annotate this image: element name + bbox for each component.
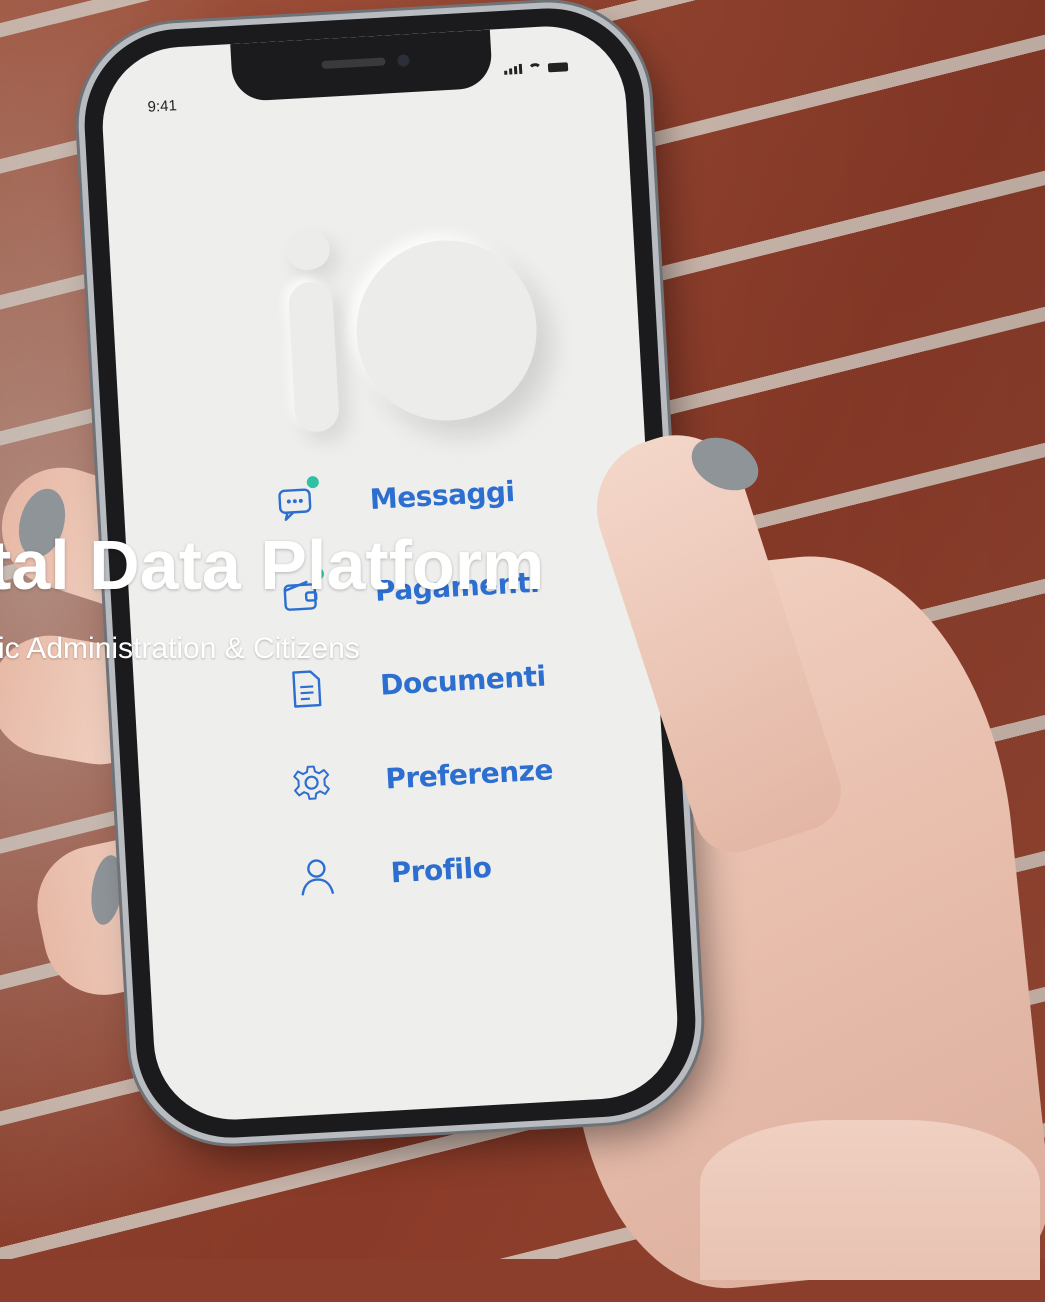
- menu-item-label: Documenti: [379, 659, 547, 702]
- wifi-icon: [527, 62, 543, 74]
- logo-dot: [284, 228, 331, 272]
- io-app-logo: [279, 217, 550, 441]
- speaker-grille: [321, 57, 386, 70]
- battery-icon: [547, 62, 569, 73]
- menu-item-label: Profilo: [389, 850, 493, 889]
- phone-notch: [230, 29, 494, 103]
- hand-wrist: [700, 1120, 1040, 1280]
- menu-item-label: Preferenze: [384, 752, 554, 796]
- logo-stem: [287, 280, 340, 434]
- menu-item-label: Messaggi: [368, 474, 516, 516]
- status-time: 9:41: [147, 97, 178, 116]
- notification-badge: [306, 475, 320, 489]
- menu-item-profilo[interactable]: Profilo: [294, 839, 596, 900]
- document-icon: [283, 666, 329, 712]
- menu-item-messaggi[interactable]: Messaggi: [273, 466, 575, 527]
- status-bar-icons: [504, 61, 569, 75]
- message-icon: [273, 475, 320, 526]
- menu-item-preferenze[interactable]: Preferenze: [288, 745, 590, 806]
- front-camera: [397, 54, 410, 67]
- signal-icon: [504, 63, 523, 75]
- user-icon: [294, 853, 340, 899]
- overlay-title: tal Data Platform: [0, 526, 545, 604]
- gear-icon: [288, 760, 334, 806]
- overlay-subtitle: ic Administration & Citizens: [0, 632, 360, 665]
- logo-ring: [351, 235, 542, 426]
